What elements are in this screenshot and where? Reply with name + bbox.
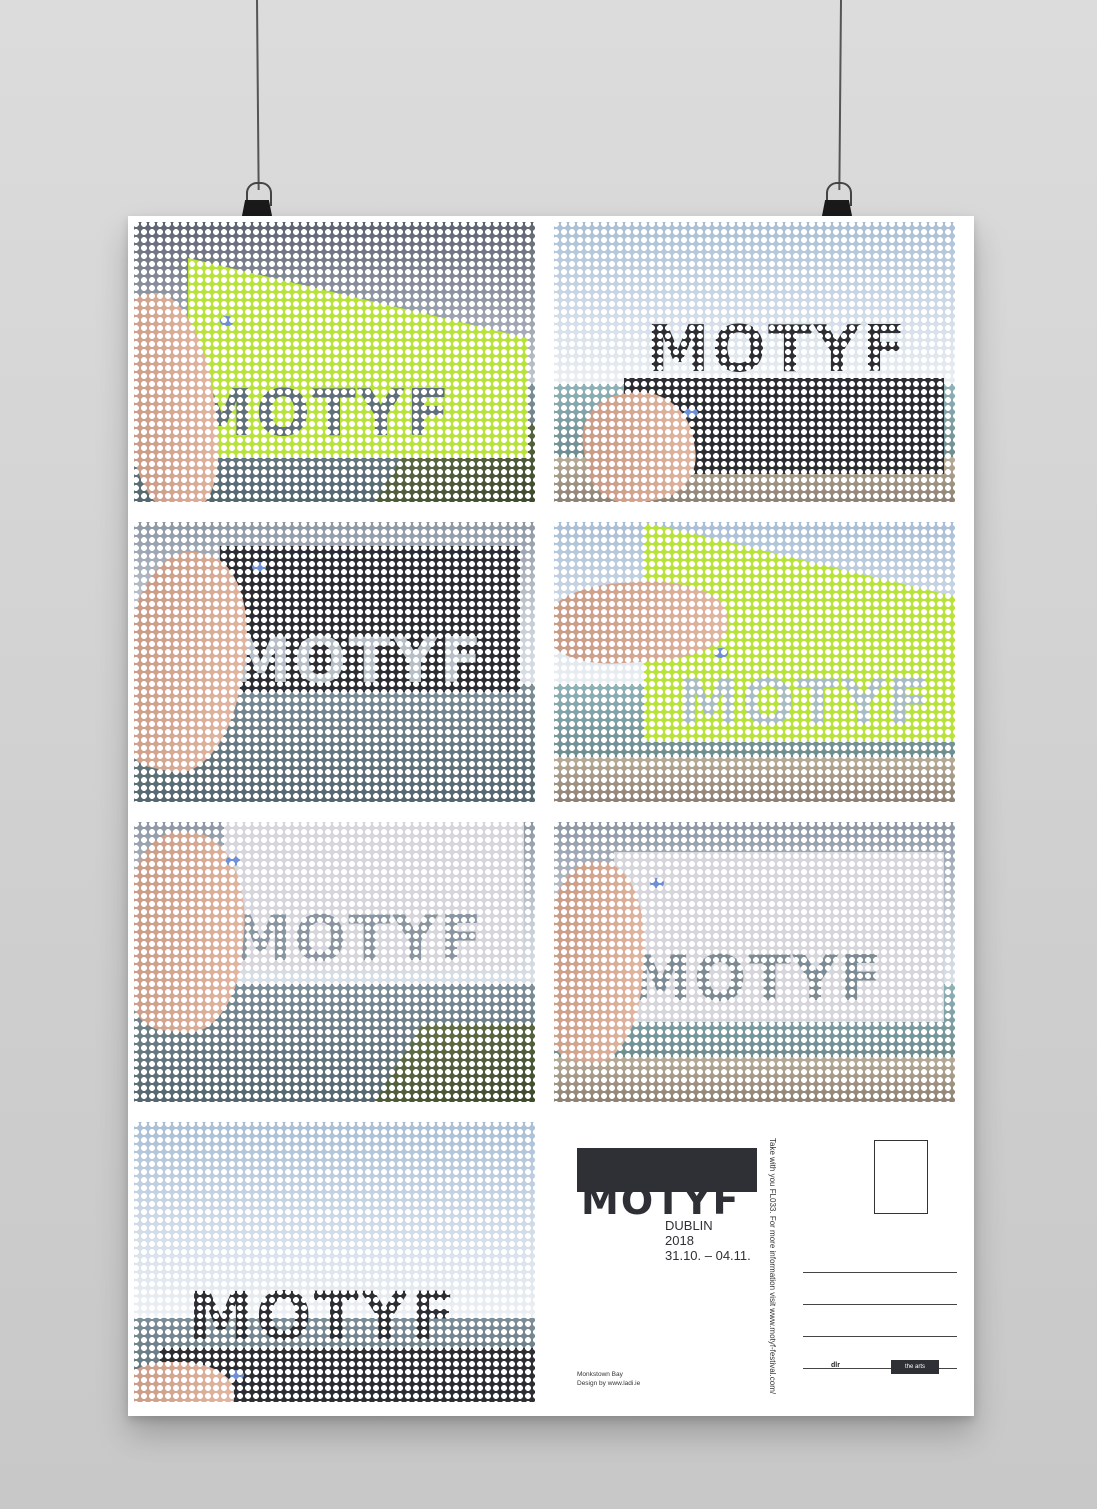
cutout-word: MOTYF — [188, 1278, 458, 1355]
photo-stamp-5: MOTYF — [128, 816, 541, 1108]
cutout-word: MOTYF — [190, 377, 452, 451]
nail — [714, 648, 728, 658]
credits: Monkstown Bay Design by www.ladi.ie — [577, 1370, 640, 1388]
nail — [220, 316, 234, 326]
photo-stamp-3: MOTYF — [128, 516, 541, 808]
nail — [230, 1370, 244, 1380]
nail — [252, 562, 266, 572]
vertical-info: Take with you FL033. For more informatio… — [767, 1138, 779, 1394]
hanging-string-right — [838, 0, 842, 191]
event-city: DUBLIN — [665, 1218, 713, 1233]
motyf-logo: MOTYF — [581, 1179, 741, 1223]
cutout-word: MOTYF — [678, 666, 932, 739]
address-line — [803, 1272, 957, 1273]
photo-stamp-1: MOTYF — [128, 216, 541, 508]
event-dates: 31.10. – 04.11. — [665, 1248, 751, 1263]
photo-stamp-2: MOTYF — [548, 216, 961, 508]
photo-stamp-6: MOTYF — [548, 816, 961, 1108]
nail — [650, 878, 664, 888]
vertical-info-text: Take with you FL033. For more informatio… — [768, 1138, 777, 1395]
cutout-word: MOTYF — [630, 942, 884, 1015]
nail — [226, 856, 240, 866]
sponsor-dlr: dlr — [831, 1362, 840, 1369]
cutout-word: MOTYF — [646, 313, 908, 387]
poster: MOTYF MOTYF MOTYF MOTYF MOTYF MOTYF MOTY… — [128, 216, 974, 1416]
stamp-box — [874, 1140, 928, 1214]
hanging-string-left — [256, 0, 260, 191]
cutout-word: MOTYF — [230, 902, 484, 975]
postcard-back: MOTYF DUBLIN 2018 31.10. – 04.11. Take w… — [541, 1116, 974, 1416]
cutout-word: MOTYF — [230, 624, 484, 697]
address-line — [803, 1336, 957, 1337]
credit-location: Monkstown Bay — [577, 1371, 623, 1378]
nail — [684, 408, 698, 418]
sponsor-arts-council: the arts — [891, 1360, 939, 1374]
event-year: 2018 — [665, 1233, 694, 1248]
photo-stamp-4: MOTYF — [548, 516, 961, 808]
photo-stamp-7: MOTYF — [128, 1116, 541, 1408]
event-info: DUBLIN 2018 31.10. – 04.11. — [665, 1218, 751, 1263]
address-line — [803, 1304, 957, 1305]
credit-design: Design by www.ladi.ie — [577, 1380, 641, 1387]
